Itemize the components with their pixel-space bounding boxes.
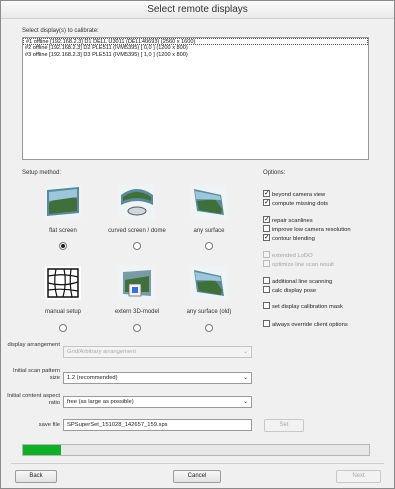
option-checkbox[interactable]: calc display pose xyxy=(263,286,317,296)
option-label: contour blending xyxy=(272,236,315,243)
option-checkbox[interactable]: ✓ contour blending xyxy=(263,234,315,244)
option-label: improve low camera resolution xyxy=(272,227,351,234)
arrangement-select[interactable]: Grid/Arbitrary arrangement ⌄ xyxy=(63,346,252,358)
checkmark-icon[interactable]: ✓ xyxy=(263,234,270,241)
list-item[interactable]: #2 offline [192.168.2.3] D2 PLE511 (IVM5… xyxy=(23,45,368,52)
method-label-manual-setup: manual setup xyxy=(44,309,82,315)
checkbox-icon[interactable] xyxy=(263,302,270,309)
pattern-size-select[interactable]: 1.2 (recommended) ⌄ xyxy=(63,372,252,384)
chevron-down-icon: ⌄ xyxy=(242,349,248,355)
any-surface-old-icon[interactable] xyxy=(191,266,227,300)
radio-flat-screen[interactable] xyxy=(59,242,67,250)
radio-any-surface-old[interactable] xyxy=(205,324,213,332)
method-label-any-surface-old: any surface (old) xyxy=(186,309,232,315)
checkbox-icon[interactable] xyxy=(263,251,270,258)
option-label: repair scanlines xyxy=(272,218,313,225)
radio-dome[interactable] xyxy=(133,242,141,250)
checkbox-icon[interactable] xyxy=(263,225,270,232)
chevron-down-icon: ⌄ xyxy=(242,375,248,381)
option-label: optimize line scan result xyxy=(272,262,334,269)
back-button[interactable]: Back xyxy=(15,470,57,483)
checkmark-icon[interactable]: ✓ xyxy=(263,216,270,223)
checkmark-icon[interactable]: ✓ xyxy=(263,199,270,206)
window-title: Select remote displays xyxy=(1,1,394,19)
radio-3d-model[interactable] xyxy=(133,324,141,332)
aspect-ratio-value: free (as large as possible) xyxy=(67,399,134,405)
cancel-button[interactable]: Cancel xyxy=(173,470,221,483)
checkbox-icon[interactable] xyxy=(263,277,270,284)
progress-bar xyxy=(22,444,370,456)
options-label: Options: xyxy=(263,170,286,176)
flat-screen-icon[interactable] xyxy=(45,185,81,219)
method-label-dome: curved screen / dome xyxy=(108,228,166,234)
3d-model-icon[interactable] xyxy=(119,266,155,300)
method-label-3d-model: extern 3D-model xyxy=(114,309,160,315)
any-surface-icon[interactable] xyxy=(191,185,227,219)
option-checkbox[interactable]: additional line scanning xyxy=(263,277,333,287)
displays-label: Select display(s) to calibrate: xyxy=(22,28,99,34)
display-list[interactable]: #1 offline [192.168.2.3] D1 DELL U3011 (… xyxy=(22,37,369,160)
select-remote-displays-window: Select remote displays Select display(s)… xyxy=(0,0,395,489)
chevron-down-icon: ⌄ xyxy=(242,399,248,405)
list-item[interactable]: #3 offline [192.168.2.3] D3 PLE511 (IVM5… xyxy=(23,52,368,59)
setup-method-label: Setup method: xyxy=(22,170,62,176)
radio-any-surface[interactable] xyxy=(205,242,213,250)
aspect-ratio-label: Initial content aspect ratio xyxy=(7,393,60,406)
aspect-ratio-select[interactable]: free (as large as possible) ⌄ xyxy=(63,396,252,408)
set-button[interactable]: Set xyxy=(264,419,304,432)
divider xyxy=(11,463,384,464)
method-label-any-surface: any surface xyxy=(193,228,225,234)
radio-manual-setup[interactable] xyxy=(59,324,67,332)
option-label: calc display pose xyxy=(272,288,317,295)
option-label: beyond camera view xyxy=(272,192,326,199)
option-label: additional line scanning xyxy=(272,279,333,286)
save-file-label: save file xyxy=(38,422,60,428)
option-checkbox[interactable]: always override client options xyxy=(263,320,348,330)
checkbox-icon[interactable] xyxy=(263,320,270,327)
option-checkbox[interactable]: ✓ repair scanlines xyxy=(263,216,313,226)
progress-fill xyxy=(23,445,62,455)
option-checkbox[interactable]: improve low camera resolution xyxy=(263,225,351,235)
checkbox-icon[interactable] xyxy=(263,260,270,267)
option-label: always override client options xyxy=(272,322,348,329)
option-label: extended LoDO xyxy=(272,253,313,260)
save-file-input[interactable]: SPSuperSet_151028_142657_159.sps xyxy=(63,419,252,431)
option-checkbox[interactable]: ✓ compute missing dots xyxy=(263,199,329,209)
pattern-size-label: Initial scan pattern size xyxy=(12,368,60,381)
next-button[interactable]: Next xyxy=(336,470,381,483)
option-checkbox[interactable]: optimize line scan result xyxy=(263,260,334,270)
dome-icon[interactable] xyxy=(119,185,155,219)
checkbox-icon[interactable] xyxy=(263,286,270,293)
option-checkbox[interactable]: set display calibration mask xyxy=(263,302,343,312)
arrangement-value: Grid/Arbitrary arrangement xyxy=(67,349,136,355)
option-label: set display calibration mask xyxy=(272,304,343,311)
method-label-flat-screen: flat screen xyxy=(49,228,77,234)
arrangement-label: display arrangement xyxy=(7,342,60,348)
option-checkbox[interactable]: ✓ beyond camera view xyxy=(263,190,326,200)
checkmark-icon[interactable]: ✓ xyxy=(263,190,270,197)
option-label: compute missing dots xyxy=(272,201,329,208)
list-item[interactable]: #1 offline [192.168.2.3] D1 DELL U3011 (… xyxy=(23,38,368,45)
option-checkbox[interactable]: extended LoDO xyxy=(263,251,313,261)
warp-grid-icon[interactable] xyxy=(45,266,81,300)
pattern-size-value: 1.2 (recommended) xyxy=(67,375,118,381)
